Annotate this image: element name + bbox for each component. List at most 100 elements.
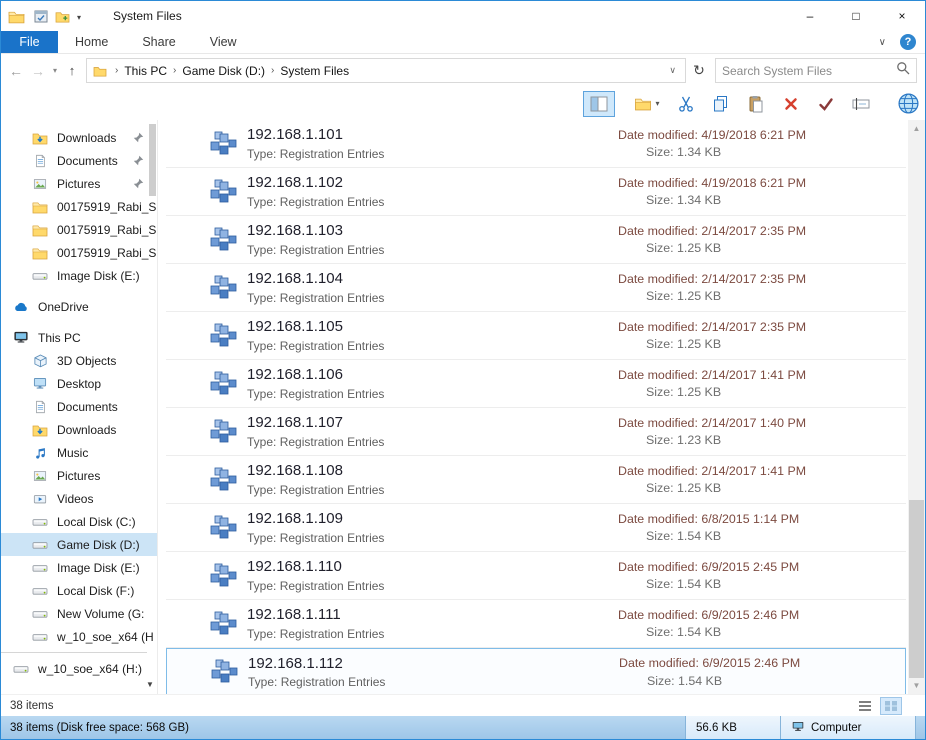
- sidebar-item-documents[interactable]: Documents: [1, 395, 157, 418]
- sidebar-item-pictures[interactable]: Pictures: [1, 464, 157, 487]
- address-box[interactable]: › This PC › Game Disk (D:) › System File…: [86, 58, 686, 83]
- sidebar-item-label: Image Disk (E:): [57, 269, 157, 283]
- new-folder-icon[interactable]: [55, 10, 70, 23]
- sidebar-item-label: Downloads: [57, 423, 157, 437]
- sidebar-item-label: Image Disk (E:): [57, 561, 157, 575]
- paste-button[interactable]: [743, 91, 769, 117]
- breadcrumb-this-pc[interactable]: This PC: [124, 64, 167, 78]
- help-icon[interactable]: ?: [900, 34, 916, 50]
- folder-icon: [32, 222, 48, 238]
- sidebar-item-videos[interactable]: Videos: [1, 487, 157, 510]
- drive-icon: [32, 560, 48, 576]
- file-date-value: 2/14/2017 2:35 PM: [701, 272, 806, 286]
- thumbnails-view-icon[interactable]: [880, 697, 902, 715]
- document-icon: [32, 399, 48, 415]
- ribbon-collapse-icon[interactable]: ∨: [879, 37, 886, 48]
- close-button[interactable]: ×: [879, 1, 925, 31]
- file-row-192-168-1-107[interactable]: 192.168.1.107Type: Registration EntriesD…: [166, 408, 906, 456]
- registry-file-icon: [208, 129, 238, 159]
- minimize-button[interactable]: –: [787, 1, 833, 31]
- file-row-192-168-1-102[interactable]: 192.168.1.102Type: Registration EntriesD…: [166, 168, 906, 216]
- address-dropdown-icon[interactable]: ∨: [662, 65, 683, 76]
- details-view-icon[interactable]: [854, 697, 876, 715]
- caption-buttons: – □ ×: [787, 1, 925, 31]
- properties-icon[interactable]: [34, 10, 48, 23]
- file-row-192-168-1-108[interactable]: 192.168.1.108Type: Registration EntriesD…: [166, 456, 906, 504]
- sidebar-item-downloads[interactable]: Downloads: [1, 418, 157, 441]
- file-row-192-168-1-112[interactable]: 192.168.1.112Type: Registration EntriesD…: [166, 648, 906, 694]
- file-size-label: Size:: [646, 577, 674, 591]
- sidebar-item-local-disk-c[interactable]: Local Disk (C:): [1, 510, 157, 533]
- registry-file-icon: [208, 465, 238, 495]
- sidebar-item-image-disk-e[interactable]: Image Disk (E:): [1, 556, 157, 579]
- file-row-192-168-1-111[interactable]: 192.168.1.111Type: Registration EntriesD…: [166, 600, 906, 648]
- select-items-button[interactable]: [813, 91, 839, 117]
- recent-locations-icon[interactable]: ▾: [49, 59, 61, 83]
- file-row-192-168-1-106[interactable]: 192.168.1.106Type: Registration EntriesD…: [166, 360, 906, 408]
- sidebar-item-pictures[interactable]: Pictures: [1, 172, 157, 195]
- file-row-192-168-1-101[interactable]: 192.168.1.101Type: Registration EntriesD…: [166, 120, 906, 168]
- back-button[interactable]: ←: [5, 59, 27, 83]
- maximize-button[interactable]: □: [833, 1, 879, 31]
- sidebar-item-label: Pictures: [57, 177, 133, 191]
- items-count-row: 38 items: [1, 694, 925, 716]
- sidebar-item-00175919-rabi-s[interactable]: 00175919_Rabi_S: [1, 241, 157, 264]
- search-input[interactable]: [722, 64, 896, 78]
- sidebar-item-label: Downloads: [57, 131, 133, 145]
- scroll-up-icon[interactable]: ▲: [908, 120, 925, 137]
- file-type-value: Registration Entries: [280, 627, 385, 641]
- refresh-icon[interactable]: ↻: [686, 58, 712, 83]
- cloud-icon: [13, 299, 29, 315]
- new-folder-button[interactable]: ▾: [634, 91, 660, 117]
- file-row-192-168-1-105[interactable]: 192.168.1.105Type: Registration EntriesD…: [166, 312, 906, 360]
- cut-button[interactable]: [673, 91, 699, 117]
- file-row-192-168-1-104[interactable]: 192.168.1.104Type: Registration EntriesD…: [166, 264, 906, 312]
- vertical-scrollbar[interactable]: ▲ ▼: [908, 120, 925, 694]
- tab-home[interactable]: Home: [58, 31, 125, 53]
- preview-pane-toggle[interactable]: [583, 91, 615, 117]
- sidebar-item-w-10-soe-x64-h[interactable]: w_10_soe_x64 (H:): [1, 657, 157, 680]
- delete-button[interactable]: [778, 91, 804, 117]
- main-area: Downloads Documents Pictures 00175919_Rabi_…: [1, 120, 925, 694]
- tab-file[interactable]: File: [1, 31, 58, 53]
- file-row-192-168-1-103[interactable]: 192.168.1.103Type: Registration EntriesD…: [166, 216, 906, 264]
- sidebar-item-desktop[interactable]: Desktop: [1, 372, 157, 395]
- sidebar-scrollbar-thumb[interactable]: [149, 124, 156, 196]
- sidebar-item-3d-objects[interactable]: 3D Objects: [1, 349, 157, 372]
- scrollbar-thumb[interactable]: [909, 500, 924, 678]
- sidebar-item-label: Music: [57, 446, 157, 460]
- search-icon[interactable]: [896, 61, 910, 80]
- copy-button[interactable]: [708, 91, 734, 117]
- breadcrumb-game-disk[interactable]: Game Disk (D:): [182, 64, 265, 78]
- breadcrumb-system-files[interactable]: System Files: [280, 64, 349, 78]
- file-row-192-168-1-109[interactable]: 192.168.1.109Type: Registration EntriesD…: [166, 504, 906, 552]
- sidebar-item-downloads[interactable]: Downloads: [1, 126, 157, 149]
- status-summary: 38 items (Disk free space: 568 GB): [1, 716, 685, 739]
- tab-share[interactable]: Share: [125, 31, 192, 53]
- file-size-value: 1.25 KB: [677, 337, 721, 351]
- sidebar-item-new-volume-g[interactable]: New Volume (G:: [1, 602, 157, 625]
- up-button[interactable]: ↑: [61, 59, 83, 83]
- file-type-label: Type:: [247, 339, 276, 353]
- sidebar-item-onedrive[interactable]: OneDrive: [1, 295, 157, 318]
- sidebar-item-this-pc[interactable]: This PC: [1, 326, 157, 349]
- sidebar-item-00175919-rabi-s[interactable]: 00175919_Rabi_S: [1, 218, 157, 241]
- forward-button[interactable]: →: [27, 59, 49, 83]
- sidebar-item-w-10-soe-x64-h[interactable]: w_10_soe_x64 (H: [1, 625, 157, 648]
- scroll-down-icon[interactable]: ▼: [908, 677, 925, 694]
- sidebar-item-00175919-rabi-s[interactable]: 00175919_Rabi_S: [1, 195, 157, 218]
- sidebar-item-label: This PC: [38, 331, 157, 345]
- sidebar-item-local-disk-f[interactable]: Local Disk (F:): [1, 579, 157, 602]
- sidebar-item-game-disk-d[interactable]: Game Disk (D:): [1, 533, 157, 556]
- globe-icon[interactable]: [895, 91, 921, 117]
- qat-dropdown-icon[interactable]: ▾: [77, 11, 81, 22]
- sidebar-scroll-down-icon[interactable]: ▼: [143, 678, 157, 691]
- sidebar-item-image-disk-e[interactable]: Image Disk (E:): [1, 264, 157, 287]
- file-row-192-168-1-110[interactable]: 192.168.1.110Type: Registration EntriesD…: [166, 552, 906, 600]
- sidebar-item-documents[interactable]: Documents: [1, 149, 157, 172]
- rename-button[interactable]: [848, 91, 874, 117]
- file-type-value: Registration Entries: [280, 339, 385, 353]
- tab-view[interactable]: View: [193, 31, 254, 53]
- file-date-value: 6/9/2015 2:46 PM: [702, 656, 800, 670]
- sidebar-item-music[interactable]: Music: [1, 441, 157, 464]
